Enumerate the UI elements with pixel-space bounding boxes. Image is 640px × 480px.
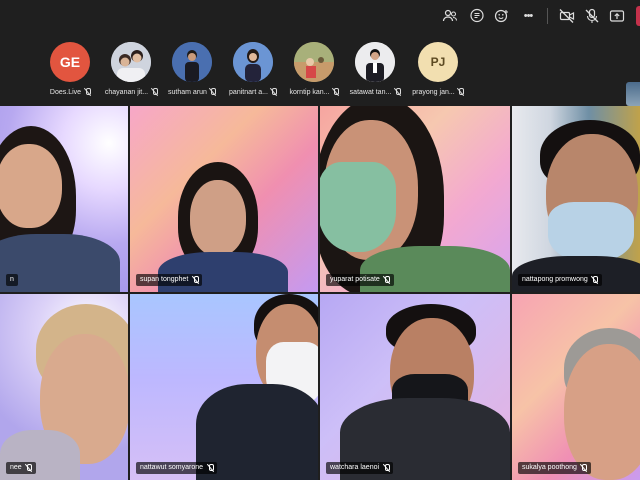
name-tag: nattawut somyarone <box>136 462 218 474</box>
participant-name: prayong jan... <box>412 88 465 96</box>
more-label: ••• <box>523 10 534 22</box>
video-tile[interactable]: nee <box>0 294 128 480</box>
avatar-photo <box>294 42 334 82</box>
video-tile[interactable]: yuparat potisate <box>320 106 510 292</box>
avatar-photo <box>233 42 273 82</box>
mic-off-icon <box>384 276 391 284</box>
avatar-initials: PJ <box>430 55 446 69</box>
name-tag: watchara laenoi <box>326 462 394 474</box>
video-tile[interactable]: supan tongphet <box>130 106 318 292</box>
leave-button[interactable] <box>636 6 640 26</box>
mic-off-icon <box>84 88 91 96</box>
mic-off-icon <box>383 464 390 472</box>
avatar: GE <box>50 42 90 82</box>
participant-name-text: panitnart a... <box>229 88 268 96</box>
participant-name-text: chayanan jit... <box>104 88 149 96</box>
avatar <box>355 42 395 82</box>
avatar: PJ <box>418 42 458 82</box>
toolbar-divider <box>547 8 548 24</box>
avatar-photo <box>355 42 395 82</box>
video-tile[interactable]: watchara laenoi <box>320 294 510 480</box>
name-tag-text: supan tongphet <box>140 276 189 283</box>
participant-name: Does.Live <box>49 88 91 96</box>
participant-name-text: sutham arun <box>168 88 207 96</box>
camera-off-icon[interactable] <box>557 6 577 26</box>
participant-name: sutham arun <box>168 88 217 96</box>
participant-name: satawat tan... <box>350 88 401 96</box>
participant-strip: GE Does.Live chayanan jit... sutham arun… <box>0 32 640 106</box>
name-tag: nee <box>6 462 36 474</box>
participant-name-text: korntip kan... <box>289 88 330 96</box>
name-tag-text: yuparat potisate <box>330 276 380 283</box>
name-tag: nattapong promwong <box>518 274 602 286</box>
avatar <box>172 42 212 82</box>
video-tile[interactable]: nattapong promwong <box>512 106 640 292</box>
chat-icon[interactable] <box>467 6 487 26</box>
video-tile[interactable]: nattawut somyarone <box>130 294 318 480</box>
overflow-participant-thumb[interactable] <box>626 82 640 106</box>
name-tag: sukalya poothong <box>518 462 591 474</box>
name-tag-text: nee <box>10 464 22 471</box>
mic-off-icon <box>581 464 588 472</box>
avatar-initials: GE <box>59 54 81 70</box>
avatar-photo <box>111 42 151 82</box>
name-tag-text: watchara laenoi <box>330 464 380 471</box>
share-icon[interactable] <box>607 6 627 26</box>
name-tag-text: n <box>10 276 14 283</box>
people-icon[interactable] <box>440 6 460 26</box>
name-tag-text: sukalya poothong <box>522 464 577 471</box>
mic-off-icon <box>192 276 199 284</box>
more-icon[interactable]: ••• <box>518 6 538 26</box>
avatar-photo <box>172 42 212 82</box>
mic-off-icon <box>592 276 599 284</box>
video-tile[interactable]: n <box>0 106 128 292</box>
participant-name: panitnart a... <box>229 88 278 96</box>
avatar <box>294 42 334 82</box>
name-tag: n <box>6 274 18 286</box>
participant-name-text: Does.Live <box>49 88 82 96</box>
participant-name-text: prayong jan... <box>412 88 455 96</box>
name-tag: yuparat potisate <box>326 274 394 286</box>
avatar <box>233 42 273 82</box>
mic-off-icon <box>458 88 465 96</box>
mic-off-icon <box>207 464 214 472</box>
video-tile[interactable]: sukalya poothong <box>512 294 640 480</box>
participant-item[interactable]: PJ prayong jan... <box>398 42 478 96</box>
participant-name: korntip kan... <box>289 88 340 96</box>
participant-name-text: satawat tan... <box>349 88 392 96</box>
react-icon[interactable] <box>492 6 512 26</box>
participant-name: chayanan jit... <box>104 88 158 96</box>
mic-off-icon[interactable] <box>582 6 602 26</box>
name-tag-text: nattawut somyarone <box>140 464 204 471</box>
mic-off-icon <box>26 464 33 472</box>
meeting-toolbar: ••• <box>0 0 640 32</box>
name-tag-text: nattapong promwong <box>522 276 588 283</box>
avatar <box>111 42 151 82</box>
name-tag: supan tongphet <box>136 274 203 286</box>
